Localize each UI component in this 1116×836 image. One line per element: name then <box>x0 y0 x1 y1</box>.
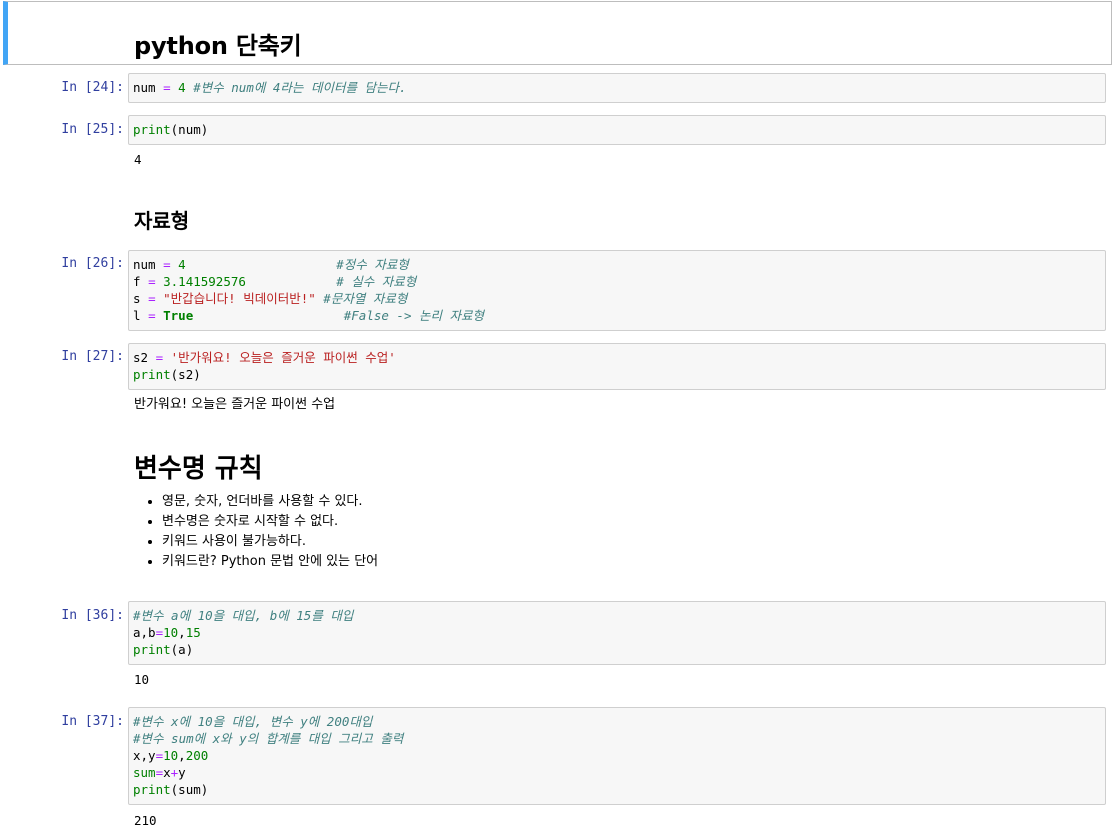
cell-36-prompt: In [36]: <box>61 608 124 623</box>
heading-variable-rules: 변수명 규칙 <box>134 454 263 484</box>
cell-27-output: 반가워요! 오늘은 즐거운 파이썬 수업 <box>134 397 336 412</box>
code-var: s <box>133 291 141 306</box>
cell-36-output: 10 <box>134 672 150 687</box>
code-comment: #문자열 자료형 <box>323 291 408 306</box>
code-op: = <box>148 308 156 323</box>
code-comment: #변수 sum에 x와 y의 합계를 대입 그리고 출력 <box>133 731 404 746</box>
code-comment: #정수 자료형 <box>336 257 409 272</box>
list-item: 키워드 사용이 불가능하다. <box>162 532 378 552</box>
code-punct: , <box>178 625 186 640</box>
code-op: = <box>148 274 156 289</box>
code-string: "반갑습니다! 빅데이터반!" <box>163 291 316 306</box>
code-op: = <box>163 80 171 95</box>
code-comment: #False -> 논리 자료형 <box>343 308 485 323</box>
code-var: x,y <box>133 748 156 763</box>
code-string: '반가워요! 오늘은 즐거운 파이썬 수업' <box>170 350 396 365</box>
cell-37-input[interactable]: #변수 x에 10을 대입, 변수 y에 200대입 #변수 sum에 x와 y… <box>128 707 1106 805</box>
code-op: = <box>155 748 164 763</box>
code-builtin: sum <box>133 765 156 780</box>
cell-24-prompt: In [24]: <box>61 80 124 95</box>
rules-list: 영문, 숫자, 언더바를 사용할 수 있다. 변수명은 숫자로 시작할 수 없다… <box>134 492 378 572</box>
code-num: 15 <box>185 625 201 640</box>
list-item: 영문, 숫자, 언더바를 사용할 수 있다. <box>162 492 378 512</box>
cell-26-input[interactable]: num = 4 #정수 자료형 f = 3.141592576 # 실수 자료형… <box>128 250 1106 331</box>
code-builtin: print <box>133 782 171 797</box>
code-comment: #변수 num에 4라는 데이터를 담는다. <box>193 80 407 95</box>
cell-26-prompt: In [26]: <box>61 256 124 271</box>
code-num: 3.141592576 <box>163 274 246 289</box>
code-keyword: True <box>163 308 194 323</box>
code-op: = <box>163 257 171 272</box>
code-var: s2 <box>133 350 149 365</box>
code-builtin: print <box>133 642 171 657</box>
code-args: (a) <box>170 642 194 657</box>
code-num: 4 <box>178 80 186 95</box>
code-var: f <box>133 274 141 289</box>
code-op: = <box>155 350 164 365</box>
code-args: (num) <box>170 122 209 137</box>
code-num: 4 <box>178 257 186 272</box>
code-op: = <box>155 765 164 780</box>
cell-36-input[interactable]: #변수 a에 10을 대입, b에 15를 대입 a,b=10,15 print… <box>128 601 1106 665</box>
code-num: 10 <box>163 748 179 763</box>
cell-25-prompt: In [25]: <box>61 122 124 137</box>
code-op: = <box>155 625 164 640</box>
code-builtin: print <box>133 367 171 382</box>
notebook-title: python 단축키 <box>134 32 302 60</box>
code-var: num <box>133 80 156 95</box>
code-var: y <box>178 765 186 780</box>
cell-37-prompt: In [37]: <box>61 714 124 729</box>
code-punct: , <box>178 748 186 763</box>
code-op: = <box>148 291 156 306</box>
heading-data-types: 자료형 <box>134 209 190 233</box>
code-var: a,b <box>133 625 156 640</box>
code-comment: #변수 x에 10을 대입, 변수 y에 200대입 <box>133 714 373 729</box>
list-item: 변수명은 숫자로 시작할 수 없다. <box>162 512 378 532</box>
code-comment: # 실수 자료형 <box>336 274 417 289</box>
code-var: num <box>133 257 156 272</box>
code-num: 10 <box>163 625 179 640</box>
cell-27-input[interactable]: s2 = '반가워요! 오늘은 즐거운 파이썬 수업' print(s2) <box>128 343 1106 390</box>
code-args: (sum) <box>170 782 209 797</box>
code-builtin: print <box>133 122 171 137</box>
code-var: x <box>163 765 171 780</box>
code-comment: #변수 a에 10을 대입, b에 15를 대입 <box>133 608 354 623</box>
list-item: 키워드란? Python 문법 안에 있는 단어 <box>162 552 378 572</box>
code-num: 200 <box>185 748 209 763</box>
code-var: l <box>133 308 141 323</box>
code-args: (s2) <box>170 367 201 382</box>
cell-24-input[interactable]: num = 4 #변수 num에 4라는 데이터를 담는다. <box>128 73 1106 103</box>
cell-27-prompt: In [27]: <box>61 349 124 364</box>
cell-25-input[interactable]: print(num) <box>128 115 1106 145</box>
cell-37-output: 210 <box>134 813 157 828</box>
cell-25-output: 4 <box>134 152 142 167</box>
